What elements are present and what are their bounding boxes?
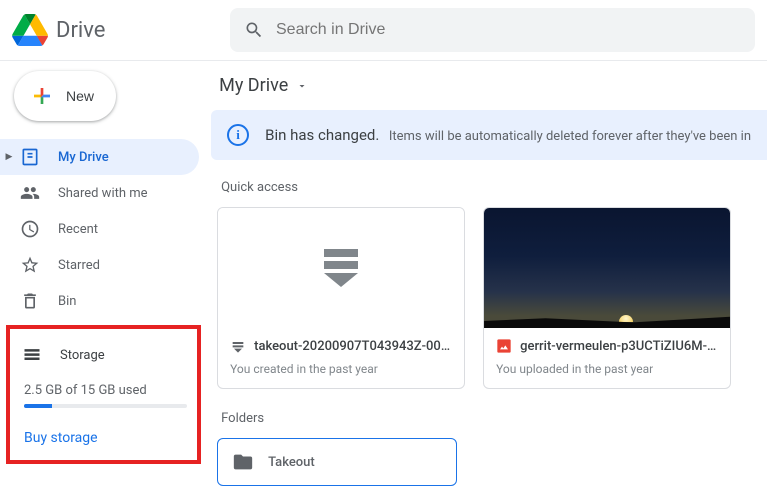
storage-progress-fill bbox=[24, 404, 52, 408]
quick-access-card[interactable]: takeout-20200907T043943Z-001.zip You cre… bbox=[217, 207, 465, 389]
search-icon bbox=[244, 20, 264, 40]
storage-panel: Storage 2.5 GB of 15 GB used Buy storage bbox=[6, 325, 201, 464]
storage-usage-text: 2.5 GB of 15 GB used bbox=[24, 383, 187, 398]
file-name: takeout-20200907T043943Z-001.zip bbox=[254, 339, 452, 354]
notification-banner: i Bin has changed. Items will be automat… bbox=[211, 110, 767, 160]
sidebar-item-recent[interactable]: Recent bbox=[0, 211, 199, 247]
storage-icon bbox=[22, 345, 42, 365]
download-arrow-icon bbox=[324, 249, 358, 287]
storage-title: Storage bbox=[60, 348, 105, 363]
image-file-icon bbox=[496, 338, 512, 354]
search-bar[interactable] bbox=[230, 8, 755, 52]
file-subtitle: You uploaded in the past year bbox=[496, 362, 718, 376]
buy-storage-link[interactable]: Buy storage bbox=[24, 430, 187, 446]
sidebar-item-storage[interactable]: Storage bbox=[20, 339, 187, 371]
folder-icon bbox=[232, 451, 254, 473]
folder-item[interactable]: Takeout bbox=[217, 438, 457, 486]
sidebar-item-starred[interactable]: Starred bbox=[0, 247, 199, 283]
star-icon bbox=[20, 255, 40, 275]
banner-detail: Items will be automatically deleted fore… bbox=[389, 129, 751, 144]
expand-caret-icon[interactable]: ▶ bbox=[2, 152, 16, 162]
people-icon bbox=[20, 183, 40, 203]
product-name: Drive bbox=[56, 18, 105, 43]
sidebar-item-label: Starred bbox=[58, 258, 100, 273]
breadcrumb[interactable]: My Drive bbox=[211, 61, 767, 110]
file-thumbnail bbox=[484, 208, 730, 328]
sidebar-item-label: Recent bbox=[58, 222, 98, 237]
search-input[interactable] bbox=[276, 21, 741, 39]
sidebar-item-shared[interactable]: Shared with me bbox=[0, 175, 199, 211]
zip-file-icon bbox=[230, 338, 246, 354]
file-thumbnail bbox=[218, 208, 464, 328]
plus-icon bbox=[30, 84, 54, 108]
banner-title: Bin has changed. bbox=[265, 126, 379, 144]
storage-progress-bar bbox=[24, 404, 187, 408]
folders-heading: Folders bbox=[221, 411, 767, 426]
new-button-label: New bbox=[66, 88, 94, 104]
drive-logo-area[interactable]: Drive bbox=[12, 14, 230, 46]
sidebar: New ▶ My Drive Shared with me bbox=[0, 60, 207, 500]
quick-access-card[interactable]: gerrit-vermeulen-p3UCTiZIU6M-uns… You up… bbox=[483, 207, 731, 389]
trash-icon bbox=[20, 291, 40, 311]
quick-access-heading: Quick access bbox=[221, 180, 767, 195]
folder-name: Takeout bbox=[268, 455, 315, 470]
chevron-down-icon bbox=[296, 80, 308, 92]
sidebar-item-label: Shared with me bbox=[58, 186, 148, 201]
file-name: gerrit-vermeulen-p3UCTiZIU6M-uns… bbox=[520, 339, 718, 354]
sidebar-item-bin[interactable]: Bin bbox=[0, 283, 199, 319]
drive-logo-icon bbox=[12, 14, 48, 46]
sidebar-item-mydrive[interactable]: ▶ My Drive bbox=[0, 139, 199, 175]
breadcrumb-title: My Drive bbox=[219, 75, 288, 96]
new-button[interactable]: New bbox=[14, 71, 116, 121]
clock-icon bbox=[20, 219, 40, 239]
info-icon: i bbox=[227, 124, 249, 146]
sidebar-item-label: Bin bbox=[58, 294, 76, 309]
mydrive-icon bbox=[20, 147, 40, 167]
sidebar-item-label: My Drive bbox=[58, 150, 109, 165]
main-content: My Drive i Bin has changed. Items will b… bbox=[207, 60, 767, 500]
file-subtitle: You created in the past year bbox=[230, 362, 452, 376]
sidebar-nav: ▶ My Drive Shared with me Recent bbox=[0, 139, 207, 319]
quick-access-list: takeout-20200907T043943Z-001.zip You cre… bbox=[211, 207, 767, 389]
